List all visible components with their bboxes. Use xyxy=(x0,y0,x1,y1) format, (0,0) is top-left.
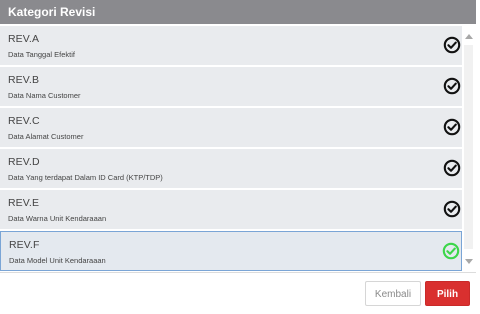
scroll-thumb[interactable] xyxy=(464,45,473,249)
item-description: Data Model Unit Kendaraaan xyxy=(9,256,106,265)
item-description: Data Warna Unit Kendaraaan xyxy=(8,214,107,223)
check-circle-icon[interactable] xyxy=(441,241,461,261)
check-circle-icon[interactable] xyxy=(442,35,462,55)
item-code: REV.E xyxy=(8,197,40,209)
footer-divider xyxy=(0,272,476,273)
scroll-up-arrow-icon[interactable] xyxy=(465,34,473,39)
list-item-rev-a[interactable]: REV.A Data Tanggal Efektif xyxy=(0,26,462,67)
list-item-rev-f[interactable]: REV.F Data Model Unit Kendaraaan xyxy=(0,231,462,271)
choose-button[interactable]: Pilih xyxy=(425,281,470,306)
list-item-rev-e[interactable]: REV.E Data Warna Unit Kendaraaan xyxy=(0,190,462,231)
list-item-rev-c[interactable]: REV.C Data Alamat Customer xyxy=(0,108,462,149)
item-code: REV.A xyxy=(8,33,40,45)
check-circle-icon[interactable] xyxy=(442,117,462,137)
check-circle-icon[interactable] xyxy=(442,199,462,219)
item-description: Data Tanggal Efektif xyxy=(8,50,75,59)
scroll-down-arrow-icon[interactable] xyxy=(465,259,473,264)
item-code: REV.C xyxy=(8,115,40,127)
item-description: Data Yang terdapat Dalam ID Card (KTP/TD… xyxy=(8,173,163,182)
item-code: REV.B xyxy=(8,74,40,86)
check-circle-icon[interactable] xyxy=(442,158,462,178)
item-description: Data Nama Customer xyxy=(8,91,81,100)
dialog-title: Kategori Revisi xyxy=(0,0,476,24)
list-scrollbar[interactable] xyxy=(462,26,476,271)
item-code: REV.D xyxy=(8,156,40,168)
item-description: Data Alamat Customer xyxy=(8,132,84,141)
list-item-rev-b[interactable]: REV.B Data Nama Customer xyxy=(0,67,462,108)
back-button[interactable]: Kembali xyxy=(365,281,421,306)
list-item-rev-d[interactable]: REV.D Data Yang terdapat Dalam ID Card (… xyxy=(0,149,462,190)
item-code: REV.F xyxy=(9,239,40,251)
revision-list: REV.A Data Tanggal Efektif REV.B Data Na… xyxy=(0,26,462,271)
revision-category-dialog: Kategori Revisi REV.A Data Tanggal Efekt… xyxy=(0,0,480,314)
check-circle-icon[interactable] xyxy=(442,76,462,96)
